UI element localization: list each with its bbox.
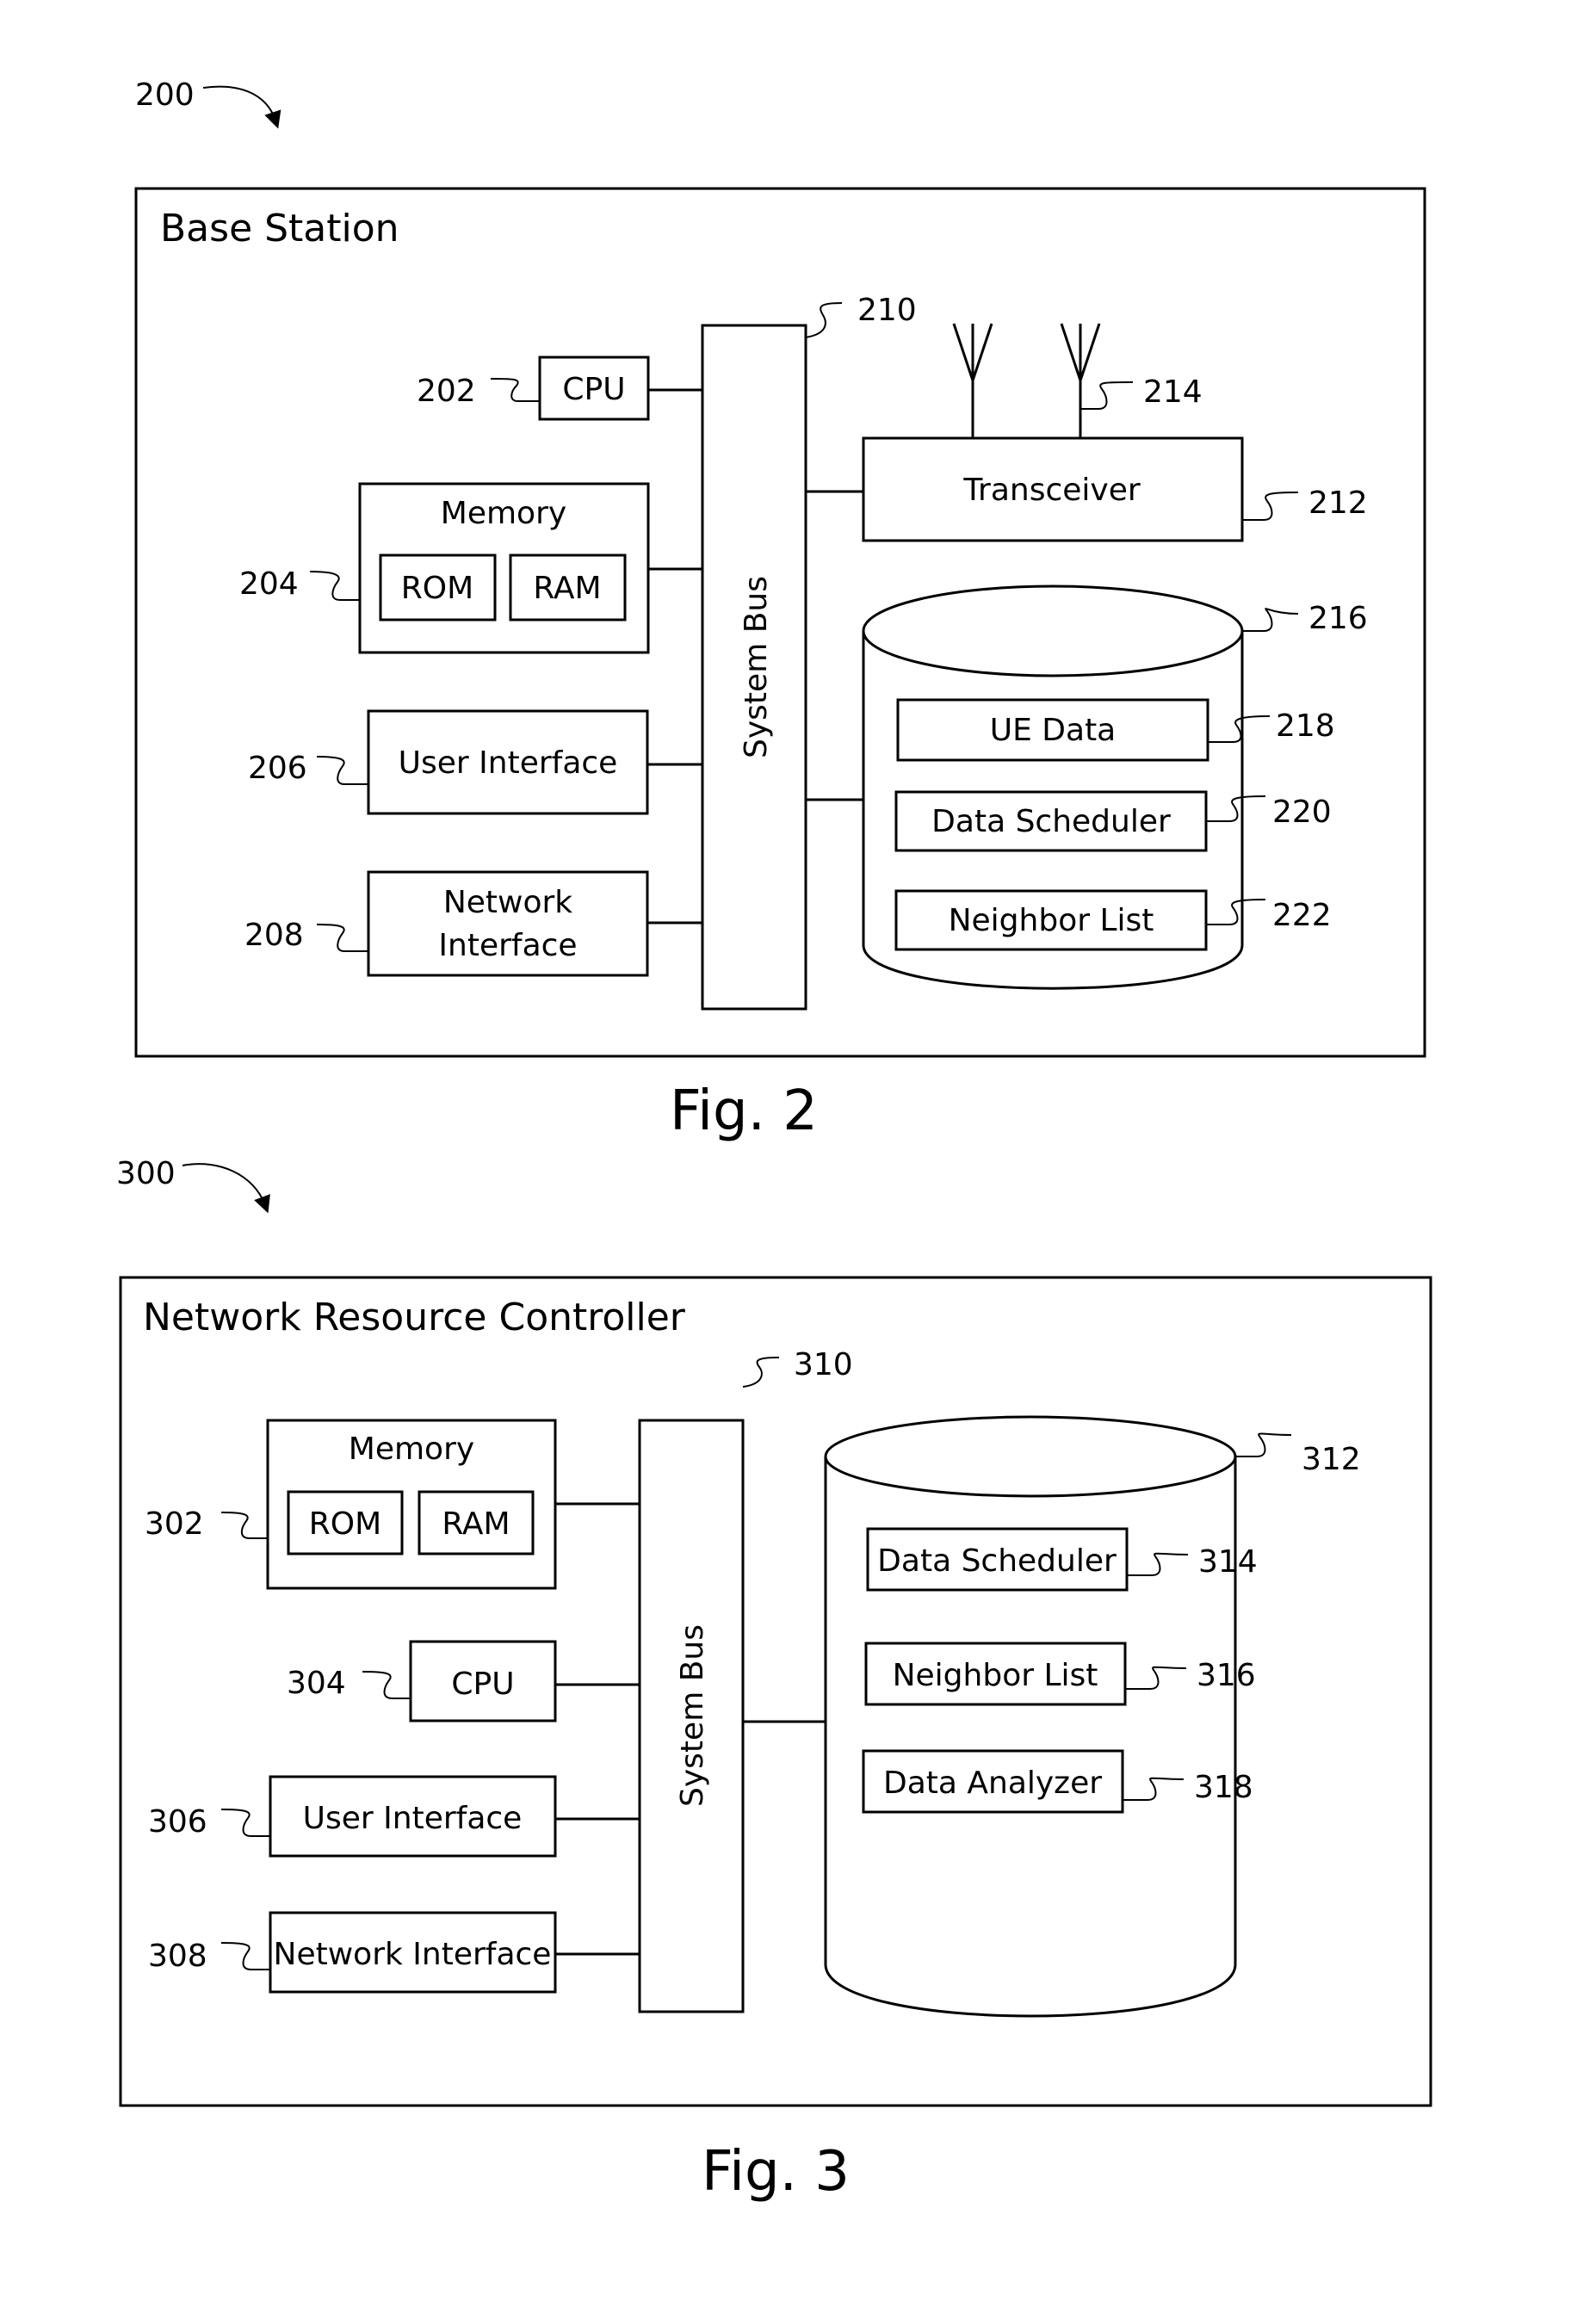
- ref-206: 206: [248, 751, 307, 786]
- network-interface-308: Network Interface 308: [148, 1911, 640, 1994]
- network-resource-controller-title: Network Resource Controller: [143, 1296, 686, 1339]
- memory-label: Memory: [441, 496, 566, 531]
- system-bus-310: System Bus 310: [638, 1347, 853, 2013]
- leader-line: [220, 1809, 270, 1837]
- figure-ref-200: 200: [135, 77, 195, 113]
- ref-306: 306: [148, 1804, 207, 1840]
- ref-308: 308: [148, 1939, 207, 1974]
- ram-label: RAM: [442, 1506, 510, 1542]
- system-bus-label: System Bus: [739, 576, 774, 758]
- ref-302: 302: [145, 1506, 204, 1542]
- cpu-label: CPU: [562, 372, 625, 407]
- ref-204: 204: [239, 566, 299, 602]
- patent-drawing-sheet: 200 Base Station System Bus 210 CPU 202 …: [116, 77, 1432, 2204]
- transceiver-label: Transceiver: [962, 473, 1141, 508]
- ref-304: 304: [287, 1666, 346, 1701]
- transceiver-212: Transceiver 212: [806, 436, 1368, 542]
- ref-212: 212: [1308, 485, 1368, 521]
- leader-line: [309, 571, 360, 601]
- cpu-304: CPU 304: [287, 1640, 640, 1722]
- database-cylinder-top: [824, 1415, 1237, 1498]
- network-interface-label-line2: Interface: [438, 928, 577, 963]
- ref-202: 202: [417, 374, 476, 409]
- leader-line: [805, 302, 843, 338]
- leader-line: [742, 1357, 780, 1388]
- cpu-label: CPU: [451, 1667, 514, 1702]
- system-bus-label: System Bus: [675, 1624, 710, 1807]
- ref-214: 214: [1143, 374, 1203, 410]
- leader-line: [220, 1512, 268, 1539]
- leader-line: [1080, 381, 1134, 410]
- leader-line: [1235, 1432, 1292, 1457]
- memory-302: Memory ROM RAM 302: [145, 1419, 640, 1590]
- ref-220: 220: [1272, 795, 1332, 830]
- ref-216: 216: [1308, 601, 1368, 636]
- ram-label: RAM: [533, 571, 601, 606]
- data-scheduler-label: Data Scheduler: [931, 804, 1171, 839]
- memory-204: Memory ROM RAM 204: [239, 482, 702, 654]
- database-216: 216 UE Data 218 Data Scheduler 220 Neigh…: [806, 584, 1368, 990]
- neighbor-list-label: Neighbor List: [893, 1658, 1098, 1693]
- ref-210: 210: [857, 293, 917, 328]
- leader-line: [316, 756, 368, 785]
- figure-ref-arrow-icon: [182, 1163, 270, 1214]
- leader-line: [220, 1942, 270, 1970]
- ref-310: 310: [794, 1347, 853, 1382]
- ref-316: 316: [1197, 1658, 1256, 1693]
- database-312: 312 Data Scheduler 314 Neighbor List 316…: [743, 1415, 1361, 2018]
- leader-line: [362, 1671, 411, 1699]
- data-analyzer-label: Data Analyzer: [883, 1766, 1102, 1801]
- data-scheduler-label: Data Scheduler: [877, 1543, 1117, 1579]
- network-interface-208: Network Interface 208: [244, 870, 702, 977]
- leader-line: [1242, 608, 1299, 632]
- ref-314: 314: [1198, 1544, 1258, 1580]
- user-interface-206: User Interface 206: [248, 709, 702, 815]
- ref-222: 222: [1272, 898, 1332, 933]
- cpu-202: CPU 202: [417, 356, 702, 421]
- database-cylinder-top: [862, 584, 1244, 677]
- rom-label: ROM: [401, 571, 473, 606]
- leader-line: [1242, 492, 1299, 521]
- base-station-title: Base Station: [160, 207, 399, 250]
- ref-208: 208: [244, 918, 304, 953]
- antenna-icon: [1060, 323, 1101, 437]
- network-interface-label-line1: Network: [443, 885, 572, 920]
- figure-ref-arrow-icon: [202, 85, 281, 129]
- antenna-icon: [952, 323, 993, 437]
- ref-218: 218: [1276, 708, 1335, 744]
- user-interface-label: User Interface: [399, 745, 618, 781]
- figure-ref-300: 300: [116, 1156, 176, 1191]
- antenna-214: 214: [952, 323, 1203, 437]
- figure-3: 300 Network Resource Controller System B…: [116, 1156, 1432, 2204]
- leader-line: [490, 378, 540, 402]
- figure-3-caption: Fig. 3: [702, 2140, 850, 2204]
- figure-2: 200 Base Station System Bus 210 CPU 202 …: [134, 77, 1426, 1143]
- neighbor-list-label: Neighbor List: [949, 903, 1154, 938]
- rom-label: ROM: [309, 1506, 381, 1542]
- ue-data-label: UE Data: [990, 713, 1117, 748]
- user-interface-label: User Interface: [303, 1801, 523, 1836]
- memory-label: Memory: [349, 1432, 474, 1467]
- ref-312: 312: [1302, 1442, 1361, 1477]
- user-interface-306: User Interface 306: [148, 1775, 640, 1858]
- figure-2-caption: Fig. 2: [670, 1079, 818, 1143]
- network-interface-label: Network Interface: [274, 1937, 552, 1972]
- ref-318: 318: [1194, 1770, 1253, 1805]
- leader-line: [316, 924, 368, 952]
